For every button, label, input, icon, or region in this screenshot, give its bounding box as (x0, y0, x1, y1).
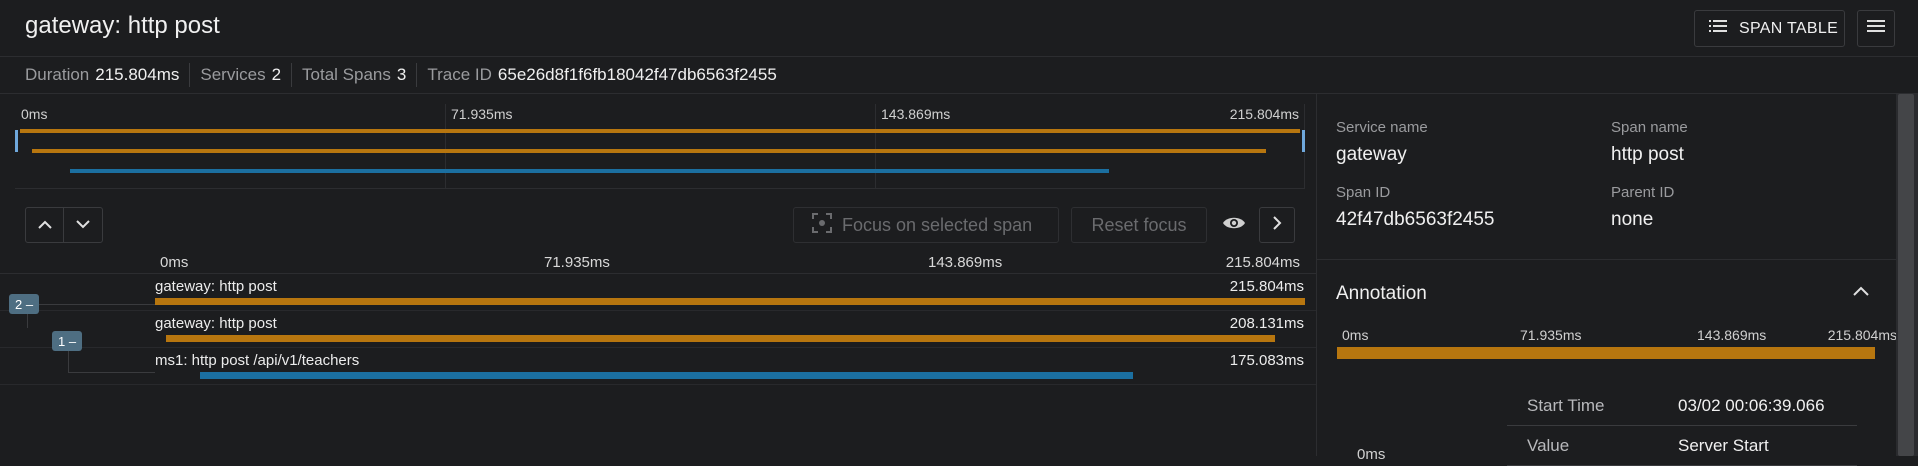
span-duration: 175.083ms (1229, 352, 1304, 369)
span-row[interactable]: ms1: http post /api/v1/teachers 175.083m… (0, 348, 1316, 385)
annotation-tick: 71.935ms (1520, 327, 1582, 343)
stat-trace-id: Trace ID 65e26d8f1f6fb18042f47db6563f2455 (427, 65, 777, 84)
minimap-tick: 143.869ms (881, 106, 951, 122)
stat-services: Services 2 (200, 63, 293, 87)
chevron-right-icon (1272, 215, 1282, 235)
focus-label: Focus on selected span (842, 214, 1033, 235)
annotation-row: Start Time 03/02 00:06:39.066 (1507, 386, 1857, 426)
timeline-tick: 71.935ms (544, 254, 610, 271)
toggle-visibility-button[interactable] (1217, 207, 1251, 243)
minimap-gridline (875, 104, 876, 189)
minimap-span-bar (70, 169, 1109, 173)
span-name: ms1: http post /api/v1/teachers (155, 352, 360, 369)
span-name: gateway: http post (155, 315, 277, 332)
next-span-button[interactable] (64, 208, 102, 242)
span-bar[interactable] (165, 335, 1275, 342)
chevron-up-icon (1853, 283, 1869, 300)
span-detail-panel: Service name gateway Span name http post… (1316, 94, 1897, 466)
annotation-row: Value Server Start (1507, 426, 1857, 466)
annotation-title: Annotation (1336, 283, 1427, 304)
span-duration: 215.804ms (1229, 278, 1304, 295)
minimap-span-bar (20, 129, 1300, 133)
minimap-left-handle[interactable] (15, 130, 18, 152)
span-row[interactable]: gateway: http post 208.131ms (0, 311, 1316, 348)
stat-duration: Duration 215.804ms (25, 63, 191, 87)
minimap-area[interactable] (15, 104, 1305, 189)
service-name-field: Service name gateway (1336, 119, 1428, 165)
scrollbar[interactable] (1896, 94, 1918, 456)
timeline-panel: 0ms 71.935ms 143.869ms 215.804ms Focus o… (0, 94, 1316, 456)
annotation-zero-label: 0ms (1357, 446, 1386, 463)
scrollbar-thumb[interactable] (1898, 94, 1914, 456)
focus-selected-span-button[interactable]: Focus on selected span (793, 207, 1059, 243)
span-row[interactable]: gateway: http post 215.804ms (0, 274, 1316, 311)
chevron-up-icon (37, 216, 52, 234)
focus-icon (812, 212, 832, 238)
span-duration: 208.131ms (1229, 315, 1304, 332)
timeline-tick: 0ms (160, 254, 189, 271)
page-title: gateway: http post (25, 12, 220, 39)
minimap-axis: 0ms 71.935ms 143.869ms 215.804ms (15, 104, 1305, 124)
hamburger-menu-icon (1867, 19, 1885, 38)
minimap-tick: 71.935ms (451, 106, 513, 122)
collapse-annotation-button[interactable] (1853, 283, 1869, 301)
hamburger-menu-button[interactable] (1857, 10, 1895, 47)
span-bar[interactable] (200, 372, 1134, 379)
minimap-right-handle[interactable] (1302, 130, 1305, 152)
trace-stats-bar: Duration 215.804ms Services 2 Total Spans 3… (0, 57, 1918, 94)
trace-header: gateway: http post SPAN TABLE (0, 0, 1918, 57)
stat-total-spans: Total Spans 3 (302, 63, 418, 87)
prev-span-button[interactable] (26, 208, 64, 242)
chevron-down-icon (76, 216, 90, 234)
span-table-button[interactable]: SPAN TABLE (1694, 10, 1845, 47)
annotation-table: Start Time 03/02 00:06:39.066 Value Serv… (1507, 386, 1857, 466)
span-nav-group (25, 207, 103, 243)
span-id-field: Span ID 42f47db6563f2455 (1336, 184, 1495, 230)
span-name-field: Span name http post (1611, 119, 1688, 165)
timeline-tick: 143.869ms (928, 254, 1003, 271)
reset-focus-button[interactable]: Reset focus (1071, 207, 1207, 243)
annotation-tick: 0ms (1342, 327, 1369, 343)
minimap-span-bar (31, 149, 1267, 153)
minimap-tick: 0ms (21, 106, 48, 122)
eye-icon (1222, 215, 1246, 236)
span-name: gateway: http post (155, 278, 277, 295)
annotation-span-bar (1337, 347, 1875, 359)
timeline-controls: Focus on selected span Reset focus (25, 207, 1295, 245)
minimap-tick: 215.804ms (1229, 106, 1299, 122)
divider (1317, 259, 1897, 260)
expand-panel-button[interactable] (1259, 207, 1295, 243)
span-bar[interactable] (155, 298, 1305, 305)
annotation-tick: 143.869ms (1697, 327, 1767, 343)
timeline-tick: 215.804ms (1225, 254, 1300, 271)
span-table-label: SPAN TABLE (1739, 19, 1839, 37)
minimap-gridline (445, 104, 446, 189)
timeline-axis: 0ms 71.935ms 143.869ms 215.804ms (0, 252, 1316, 274)
parent-id-field: Parent ID none (1611, 184, 1675, 230)
list-icon (1709, 19, 1729, 38)
annotation-tick: 215.804ms (1827, 327, 1897, 343)
